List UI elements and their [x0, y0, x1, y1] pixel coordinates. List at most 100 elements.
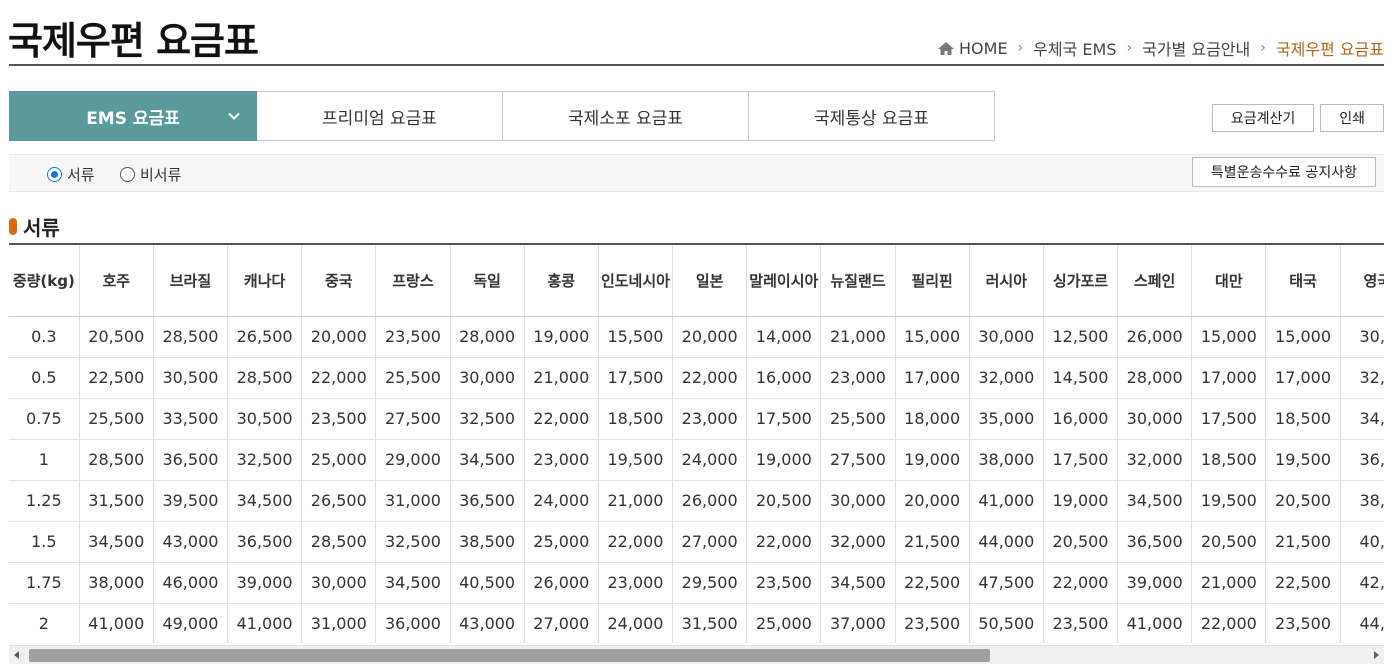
rate-cell: 19,000 — [1043, 480, 1119, 522]
table-row: 1.25 31,500 39,500 34,500 26,500 31,000 36,500… — [9, 480, 1384, 522]
rate-cell: 18,500 — [1265, 398, 1341, 440]
rate-cell: 49,000 — [153, 603, 229, 643]
rate-cell: 32,000 — [820, 521, 896, 563]
rate-cell: 23,000 — [598, 562, 674, 604]
weight-cell: 0.75 — [9, 398, 80, 440]
rate-cell: 39,500 — [153, 480, 229, 522]
rate-cell: 16,000 — [746, 357, 822, 399]
rate-cell: 34,500 — [227, 480, 303, 522]
tab-parcel-rates[interactable]: 국제소포 요금표 — [503, 91, 749, 141]
rate-cell: 22,000 — [746, 521, 822, 563]
tab-label: EMS 요금표 — [86, 108, 180, 129]
action-buttons: 요금계산기 인쇄 — [1211, 104, 1384, 132]
title-divider — [9, 64, 1384, 66]
radio-label: 비서류 — [140, 166, 182, 184]
rate-cell: 37,000 — [820, 603, 896, 643]
rate-cell: 31,500 — [79, 480, 154, 522]
rate-cell: 32,500 — [450, 398, 525, 440]
chevron-down-icon[interactable] — [227, 109, 241, 123]
weight-cell: 2 — [9, 603, 80, 643]
scrollbar-thumb[interactable] — [29, 649, 990, 662]
rate-table-container[interactable]: 중량(kg) 호주 브라질 캐나다 중국 프랑스 독일 홍콩 인도네시아 일본 말레이시아 뉴질랜드 필… — [9, 243, 1384, 643]
rate-cell: 23,500 — [746, 562, 822, 604]
rate-cell: 25,500 — [79, 398, 154, 440]
rate-cell: 24,000 — [672, 439, 748, 481]
weight-cell: 1.25 — [9, 480, 80, 522]
breadcrumb-home[interactable]: HOME — [959, 39, 1008, 58]
rate-cell: 30,500 — [153, 357, 229, 399]
rate-cell: 26,500 — [227, 316, 303, 358]
rate-cell: 30,000 — [969, 316, 1044, 358]
rate-cell: 24,000 — [598, 603, 674, 643]
rate-cell: 28,000 — [450, 316, 525, 358]
rate-cell: 34,500 — [450, 439, 525, 481]
rate-cell: 20,000 — [672, 316, 748, 358]
rate-cell: 41,000 — [227, 603, 303, 643]
breadcrumb-ems[interactable]: 우체국 EMS — [1033, 36, 1116, 60]
chevron-right-icon: › — [1260, 40, 1266, 56]
rate-calculator-button[interactable]: 요금계산기 — [1211, 104, 1315, 132]
rate-cell: 36,5 — [1340, 439, 1384, 481]
rate-cell: 27,500 — [375, 398, 451, 440]
rate-cell: 21,500 — [1265, 521, 1341, 563]
rate-cell: 17,500 — [746, 398, 822, 440]
rate-cell: 32,500 — [227, 439, 303, 481]
column-header: 러시아 — [969, 245, 1044, 317]
rate-cell: 28,500 — [301, 521, 377, 563]
rate-cell: 12,500 — [1043, 316, 1119, 358]
rate-cell: 20,500 — [79, 316, 154, 358]
arrow-left-icon[interactable] — [12, 650, 22, 660]
chevron-right-icon: › — [1017, 40, 1024, 56]
column-header: 말레이시아 — [746, 245, 822, 317]
tab-ems-rates[interactable]: EMS 요금표 — [9, 91, 257, 141]
tab-letter-rates[interactable]: 국제통상 요금표 — [749, 91, 995, 141]
column-header: 일본 — [672, 245, 748, 317]
rate-cell: 36,000 — [375, 603, 451, 643]
tab-premium-rates[interactable]: 프리미엄 요금표 — [257, 91, 503, 141]
rate-cell: 27,500 — [820, 439, 896, 481]
rate-cell: 14,500 — [1043, 357, 1119, 399]
column-header: 호주 — [79, 245, 154, 317]
home-icon[interactable] — [937, 41, 955, 56]
rate-cell: 22,500 — [895, 562, 970, 604]
rate-cell: 43,000 — [153, 521, 229, 563]
table-row: 1.75 38,000 46,000 39,000 30,000 34,500 40,500… — [9, 562, 1384, 604]
rate-cell: 20,000 — [301, 316, 377, 358]
breadcrumb-current: 국제우편 요금표 — [1275, 40, 1384, 59]
tab-label: 국제소포 요금표 — [568, 108, 683, 129]
table-body: 0.3 20,500 28,500 26,500 20,000 23,500 28,000 1… — [9, 316, 1384, 643]
rate-cell: 22,500 — [1265, 562, 1341, 604]
rate-cell: 19,500 — [1191, 480, 1267, 522]
rate-cell: 33,500 — [153, 398, 229, 440]
rate-cell: 20,500 — [746, 480, 822, 522]
rate-cell: 18,000 — [895, 398, 970, 440]
rate-cell: 27,000 — [524, 603, 599, 643]
rate-cell: 17,500 — [598, 357, 674, 399]
special-fee-notice-button[interactable]: 특별운송수수료 공지사항 — [1191, 157, 1376, 187]
radio-checked-icon[interactable] — [47, 167, 62, 182]
table-row: 0.5 22,500 30,500 28,500 22,000 25,500 30,000 2… — [9, 357, 1384, 399]
radio-documents[interactable]: 서류 — [47, 164, 95, 185]
rate-cell: 21,000 — [524, 357, 599, 399]
print-button[interactable]: 인쇄 — [1320, 104, 1384, 132]
rate-cell: 34,500 — [1117, 480, 1193, 522]
table-row: 0.3 20,500 28,500 26,500 20,000 23,500 28,000 1… — [9, 316, 1384, 358]
filter-bar: 서류 비서류 특별운송수수료 공지사항 — [9, 154, 1384, 192]
rate-cell: 17,500 — [1043, 439, 1119, 481]
rate-cell: 44,000 — [969, 521, 1044, 563]
rate-cell: 38,000 — [969, 439, 1044, 481]
breadcrumb-country-rates[interactable]: 국가별 요금안내 — [1142, 36, 1250, 60]
radio-unchecked-icon[interactable] — [120, 167, 135, 182]
horizontal-scrollbar[interactable] — [9, 645, 1384, 664]
rate-cell: 36,500 — [153, 439, 229, 481]
section-title: 서류 — [9, 212, 60, 241]
rate-cell: 31,000 — [301, 603, 377, 643]
rate-cell: 29,500 — [672, 562, 748, 604]
rate-cell: 29,000 — [375, 439, 451, 481]
rate-cell: 26,000 — [524, 562, 599, 604]
rate-tabs: EMS 요금표 프리미엄 요금표 국제소포 요금표 국제통상 요금표 — [9, 91, 995, 141]
column-header: 뉴질랜드 — [820, 245, 896, 317]
arrow-right-icon[interactable] — [1371, 650, 1381, 660]
rate-cell: 32,000 — [1117, 439, 1193, 481]
radio-non-documents[interactable]: 비서류 — [120, 164, 181, 185]
